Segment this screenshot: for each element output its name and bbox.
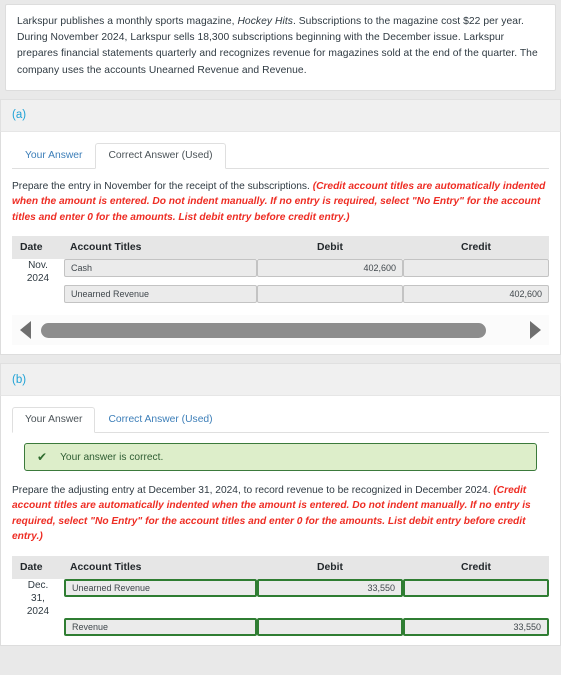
part-a-journal-table-wrap: Date Account Titles Debit Credit Nov. 20… xyxy=(12,236,549,304)
credit-amount-field[interactable] xyxy=(403,259,549,278)
debit-cell xyxy=(257,285,403,304)
account-title-field[interactable]: Revenue xyxy=(64,617,257,636)
scrollbar-thumb[interactable] xyxy=(41,322,487,338)
part-b-tabs: Your Answer Correct Answer (Used) xyxy=(12,407,549,434)
account-title-field[interactable]: Unearned Revenue xyxy=(64,285,257,304)
scroll-left-arrow-icon[interactable] xyxy=(20,321,31,340)
account-title-field[interactable]: Unearned Revenue xyxy=(64,578,257,597)
col-header-debit: Debit xyxy=(257,555,403,579)
part-a-instruction-plain: Prepare the entry in November for the re… xyxy=(12,180,313,192)
part-b-instructions: Prepare the adjusting entry at December … xyxy=(12,473,549,547)
part-a-tabs: Your Answer Correct Answer (Used) xyxy=(12,142,549,169)
tab-correct-answer-a[interactable]: Correct Answer (Used) xyxy=(95,142,226,169)
part-b-journal-table: Date Account Titles Debit Credit Dec. 31… xyxy=(12,555,549,636)
table-row: Unearned Revenue 402,600 xyxy=(12,285,549,304)
account-cell: Unearned Revenue xyxy=(64,285,257,304)
date-cell xyxy=(12,285,64,303)
date-cell xyxy=(12,618,64,636)
col-header-date: Date xyxy=(12,236,64,260)
answer-correct-message: Your answer is correct. xyxy=(60,451,164,463)
table-row: Revenue 33,550 xyxy=(12,617,549,636)
account-title-field[interactable]: Cash xyxy=(64,259,257,278)
credit-cell: 402,600 xyxy=(403,285,549,304)
table-header-row: Date Account Titles Debit Credit xyxy=(12,555,549,579)
date-line-2: 2024 xyxy=(26,273,50,285)
col-header-credit: Credit xyxy=(403,555,549,579)
part-a-body: Your Answer Correct Answer (Used) Prepar… xyxy=(0,130,561,356)
part-b-journal-table-wrap: Date Account Titles Debit Credit Dec. 31… xyxy=(12,555,549,636)
problem-statement-card: Larkspur publishes a monthly sports maga… xyxy=(5,4,556,91)
part-a-label: (a) xyxy=(12,109,27,122)
part-b: (b) Your Answer Correct Answer (Used) ✔ … xyxy=(0,363,561,646)
problem-statement-text: Larkspur publishes a monthly sports maga… xyxy=(17,14,544,79)
date-line-3: 2024 xyxy=(26,605,50,617)
part-b-instruction-plain: Prepare the adjusting entry at December … xyxy=(12,485,494,497)
tab-your-answer-a[interactable]: Your Answer xyxy=(12,143,95,168)
part-b-label: (b) xyxy=(12,373,27,386)
date-cell: Nov. 2024 xyxy=(12,259,64,285)
debit-amount-field[interactable] xyxy=(257,617,403,636)
credit-cell xyxy=(403,259,549,285)
date-cell: Dec. 31, 2024 xyxy=(12,579,64,618)
part-a-instructions: Prepare the entry in November for the re… xyxy=(12,169,549,227)
debit-cell: 33,550 xyxy=(257,578,403,618)
col-header-date: Date xyxy=(12,555,64,579)
problem-text-part1: Larkspur publishes a monthly sports maga… xyxy=(17,16,238,27)
scrollbar-track[interactable] xyxy=(41,322,520,338)
account-cell: Revenue xyxy=(64,617,257,636)
table-row: Dec. 31, 2024 Unearned Revenue 33,550 xyxy=(12,578,549,618)
account-cell: Unearned Revenue xyxy=(64,578,257,618)
credit-amount-field[interactable]: 402,600 xyxy=(403,285,549,304)
debit-cell: 402,600 xyxy=(257,259,403,285)
part-b-header: (b) xyxy=(0,363,561,396)
part-a: (a) Your Answer Correct Answer (Used) Pr… xyxy=(0,98,561,356)
credit-cell: 33,550 xyxy=(403,617,549,636)
part-b-body: Your Answer Correct Answer (Used) ✔ Your… xyxy=(0,395,561,646)
debit-cell xyxy=(257,617,403,636)
date-line-1: Dec. xyxy=(27,579,49,591)
page-root: Larkspur publishes a monthly sports maga… xyxy=(0,0,561,675)
date-line-1: Nov. xyxy=(28,260,48,272)
debit-amount-field[interactable]: 402,600 xyxy=(257,259,403,278)
horizontal-scrollbar[interactable] xyxy=(12,315,549,346)
answer-correct-banner: ✔ Your answer is correct. xyxy=(24,443,537,472)
tab-your-answer-b[interactable]: Your Answer xyxy=(12,407,96,434)
col-header-debit: Debit xyxy=(257,236,403,260)
credit-amount-field[interactable]: 33,550 xyxy=(403,617,549,636)
debit-amount-field[interactable] xyxy=(257,285,403,304)
col-header-credit: Credit xyxy=(403,236,549,260)
credit-cell xyxy=(403,578,549,618)
scroll-right-arrow-icon[interactable] xyxy=(530,321,541,340)
col-header-account-titles: Account Titles xyxy=(64,236,257,260)
part-a-journal-table: Date Account Titles Debit Credit Nov. 20… xyxy=(12,236,549,304)
credit-amount-field[interactable] xyxy=(403,578,549,597)
debit-amount-field[interactable]: 33,550 xyxy=(257,578,403,597)
col-header-account-titles: Account Titles xyxy=(64,555,257,579)
tab-correct-answer-b[interactable]: Correct Answer (Used) xyxy=(95,407,225,432)
magazine-title: Hockey Hits xyxy=(237,16,293,27)
table-header-row: Date Account Titles Debit Credit xyxy=(12,236,549,260)
date-line-2: 31, xyxy=(31,592,45,604)
table-row: Nov. 2024 Cash 402,600 xyxy=(12,259,549,285)
check-icon: ✔ xyxy=(37,450,48,465)
part-a-header: (a) xyxy=(0,98,561,131)
account-cell: Cash xyxy=(64,259,257,285)
